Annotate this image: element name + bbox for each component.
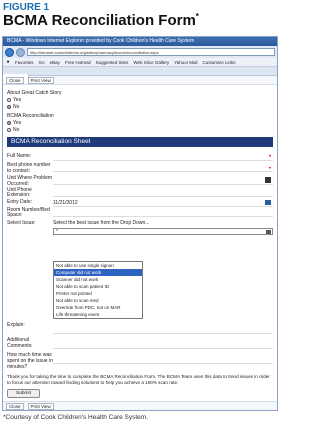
full-name-input[interactable] xyxy=(53,154,273,161)
issue-selected-value: * xyxy=(56,229,58,235)
fav-link[interactable]: Yahoo! Mail xyxy=(174,60,197,65)
issue-select[interactable]: * xyxy=(53,228,273,235)
unit-phone-field[interactable]: Unit Phone Extension: xyxy=(7,186,273,198)
form-toolbar: Close Print View xyxy=(3,76,277,85)
question-label: About Great Catch Story xyxy=(7,90,62,96)
back-button[interactable] xyxy=(5,47,14,57)
unit-occurred-field[interactable]: Unit Where Problem Occurred: xyxy=(7,175,273,188)
explain-textarea[interactable] xyxy=(53,322,273,334)
issue-dropdown-list: Not able to use single signon Computer di… xyxy=(53,261,143,319)
close-button-bottom[interactable]: Close xyxy=(6,402,24,410)
issue-column: Select the best issue from the Drop Down… xyxy=(53,220,273,319)
issue-option[interactable]: Life threatening event xyxy=(54,311,142,318)
favorites-bar: ★ Favorites Go eBay Free Hotmail Suggest… xyxy=(3,58,277,67)
field-label: Additional Comments: xyxy=(7,337,33,349)
phone-field[interactable]: Best phone number to contact: • xyxy=(7,162,273,175)
browser-window: BCMA - Windows Internet Explorer provide… xyxy=(2,36,278,411)
courtesy-note: *Courtesy of Cook Children's Health Care… xyxy=(3,414,149,421)
radio-icon[interactable] xyxy=(7,128,11,132)
figure-title: BCMA Reconciliation Form* xyxy=(3,12,199,29)
required-icon: • xyxy=(268,165,271,172)
field-label: Unit Where Problem Occurred: xyxy=(7,175,53,187)
radio-no[interactable]: No xyxy=(7,127,273,133)
field-label: Best phone number to contact: xyxy=(7,162,51,174)
field-label: Room Number/Bed Space: xyxy=(7,206,50,218)
fav-link[interactable]: Free Hotmail xyxy=(65,60,91,65)
calendar-icon[interactable] xyxy=(265,200,271,205)
question-reconciliation: BCMA Reconciliation Yes No xyxy=(7,113,273,133)
fav-link[interactable]: Customize Links xyxy=(203,60,236,65)
submit-button[interactable]: Submit xyxy=(7,389,40,398)
address-bar: http://intranet.cookchildrens.org/sites/… xyxy=(3,46,277,58)
field-label: Explain: xyxy=(7,322,25,328)
fav-link[interactable]: Web Slice Gallery xyxy=(133,60,169,65)
field-label: Entry Date: xyxy=(7,199,33,206)
print-view-button-bottom[interactable]: Print View xyxy=(27,402,54,410)
radio-icon[interactable] xyxy=(7,121,11,125)
radio-label: No xyxy=(13,127,20,133)
question-label: BCMA Reconciliation xyxy=(7,113,54,119)
favorites-label[interactable]: Favorites xyxy=(15,60,34,65)
required-icon: • xyxy=(268,154,271,160)
issue-hint: Select the best issue from the Drop Down… xyxy=(53,220,150,226)
issue-option[interactable]: Not able to scan patient ID xyxy=(54,283,142,290)
radio-label: Yes xyxy=(13,120,22,126)
radio-yes[interactable]: Yes xyxy=(7,120,273,126)
issue-option[interactable]: Scanner did not work xyxy=(54,276,142,283)
close-button[interactable]: Close xyxy=(6,76,24,84)
radio-label: Yes xyxy=(13,97,22,103)
issue-option[interactable]: Computer did not work xyxy=(54,269,142,276)
fav-link[interactable]: Suggested Sites xyxy=(96,60,129,65)
radio-icon[interactable] xyxy=(7,105,11,109)
comments-textarea[interactable] xyxy=(53,337,273,349)
sheet-title: BCMA Reconciliation Sheet xyxy=(7,137,273,147)
issue-option[interactable]: Not able to use single signon xyxy=(54,262,142,269)
field-label: Full Name: xyxy=(7,153,32,160)
field-label: How much time was spent on the issue in … xyxy=(7,352,53,370)
comments-row: Additional Comments: xyxy=(7,337,273,349)
figure-title-text: BCMA Reconciliation Form xyxy=(3,12,196,29)
star-icon[interactable]: ★ xyxy=(6,59,10,65)
radio-yes[interactable]: Yes xyxy=(7,97,273,103)
issue-option[interactable]: Printer not printed xyxy=(54,290,142,297)
issue-row: Select Issue: Select the best issue from… xyxy=(7,220,273,319)
room-number-field[interactable]: Room Number/Bed Space: xyxy=(7,206,273,218)
room-number-input[interactable] xyxy=(53,210,273,217)
form-content: About Great Catch Story Yes No BCMA Reco… xyxy=(3,85,277,400)
dropdown-icon[interactable] xyxy=(265,177,271,183)
figure-title-mark: * xyxy=(195,12,199,21)
tab-row: BCMA xyxy=(3,67,277,83)
fav-link[interactable]: Go xyxy=(39,60,45,65)
bottom-toolbar: Close Print View xyxy=(3,401,277,410)
forward-button[interactable] xyxy=(16,47,25,57)
field-label: Unit Phone Extension: xyxy=(7,186,32,198)
entry-date-input[interactable]: 11/21/2012 xyxy=(53,200,273,207)
radio-icon[interactable] xyxy=(7,98,11,102)
time-row: How much time was spent on the issue in … xyxy=(7,352,273,370)
field-label: Select Issue: xyxy=(7,220,36,226)
issue-option[interactable]: Override from PDC, not on MAR xyxy=(54,304,142,311)
url-field[interactable]: http://intranet.cookchildrens.org/sites/… xyxy=(27,48,275,56)
explain-row: Explain: xyxy=(7,322,273,334)
radio-no[interactable]: No xyxy=(7,104,273,110)
window-title: BCMA - Windows Internet Explorer provide… xyxy=(3,37,277,46)
full-name-field[interactable]: Full Name: • xyxy=(7,152,273,162)
thank-you-text: Thank you for taking the time to complet… xyxy=(7,374,270,385)
fav-link[interactable]: eBay xyxy=(50,60,60,65)
issue-option[interactable]: Not able to scan med xyxy=(54,297,142,304)
question-great-catch: About Great Catch Story Yes No xyxy=(7,90,273,110)
phone-input[interactable] xyxy=(53,165,273,172)
unit-occurred-select[interactable] xyxy=(53,178,273,185)
figure-header: FIGURE 1 BCMA Reconciliation Form* xyxy=(0,0,280,36)
time-input[interactable] xyxy=(53,352,273,364)
print-view-button[interactable]: Print View xyxy=(27,76,54,84)
unit-phone-input[interactable] xyxy=(53,190,273,197)
radio-label: No xyxy=(13,104,20,110)
